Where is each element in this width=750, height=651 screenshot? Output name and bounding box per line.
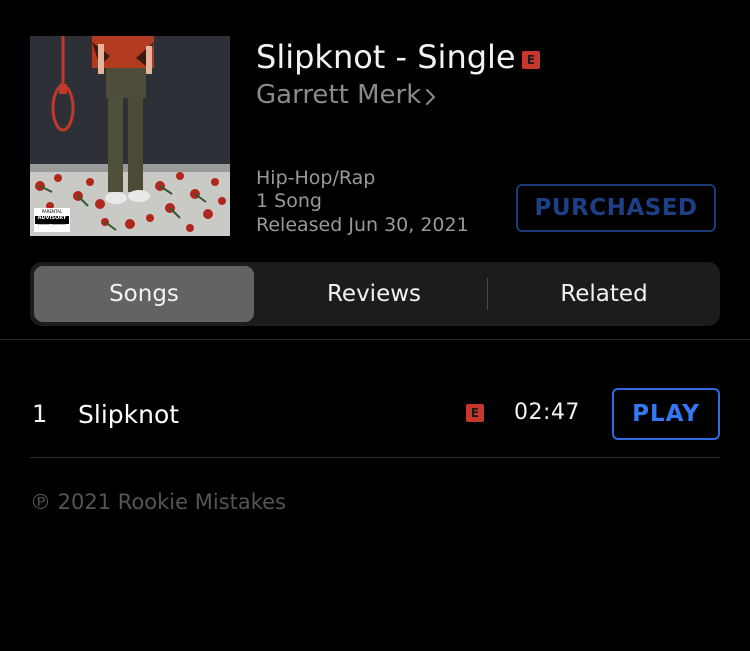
track-title: Slipknot xyxy=(78,400,180,429)
row-divider xyxy=(30,457,720,458)
parental-advisory-label: PARENTAL ADVISORY EXPLICIT CONTENT xyxy=(34,208,70,232)
release-date-label: Released Jun 30, 2021 xyxy=(256,214,469,236)
tab-songs[interactable]: Songs xyxy=(34,266,254,322)
copyright-text: ℗ 2021 Rookie Mistakes xyxy=(30,490,286,514)
explicit-badge: E xyxy=(522,51,540,69)
album-artwork[interactable]: PARENTAL ADVISORY EXPLICIT CONTENT xyxy=(30,36,230,236)
advisory-bottom-text: EXPLICIT CONTENT xyxy=(37,222,67,226)
advisory-top-text: PARENTAL xyxy=(41,209,63,214)
play-button[interactable]: PLAY xyxy=(612,388,720,440)
segmented-control: Songs Reviews Related xyxy=(30,262,720,326)
segment-divider xyxy=(487,278,488,310)
track-row[interactable]: 1 Slipknot E 02:47 PLAY xyxy=(0,380,750,450)
album-artwork-image xyxy=(30,36,230,236)
tab-reviews[interactable]: Reviews xyxy=(264,266,484,322)
advisory-mid-text: ADVISORY xyxy=(37,215,67,221)
section-divider xyxy=(0,339,750,340)
album-page: PARENTAL ADVISORY EXPLICIT CONTENT Slipk… xyxy=(0,0,750,651)
track-explicit-badge: E xyxy=(466,404,484,422)
song-count-label: 1 Song xyxy=(256,190,322,212)
track-duration: 02:47 xyxy=(514,400,580,425)
artist-name: Garrett Merk xyxy=(256,80,422,110)
tab-related[interactable]: Related xyxy=(494,266,714,322)
purchased-button[interactable]: PURCHASED xyxy=(516,184,716,232)
chevron-right-icon xyxy=(426,89,436,105)
track-number: 1 xyxy=(32,400,48,428)
artist-link[interactable]: Garrett Merk xyxy=(256,80,437,110)
genre-label: Hip-Hop/Rap xyxy=(256,167,376,189)
album-title: Slipknot - Single xyxy=(256,38,516,76)
